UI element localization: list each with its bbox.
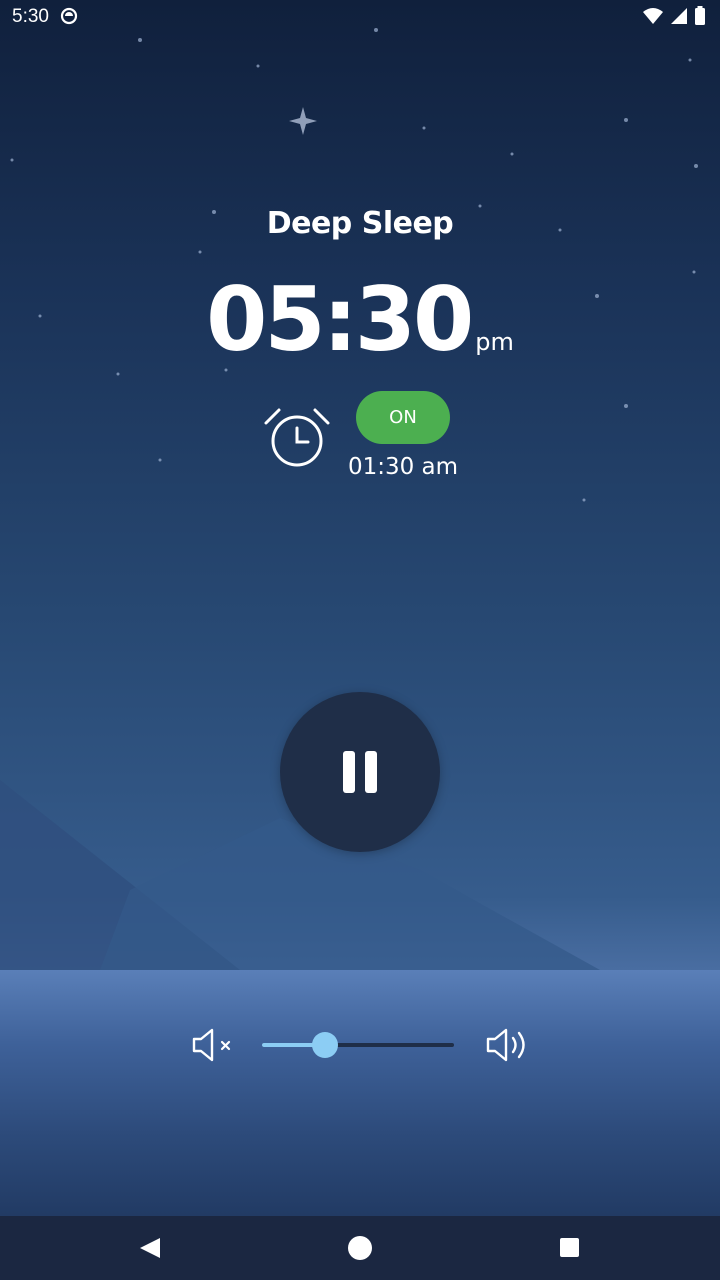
home-icon[interactable] [348,1236,372,1260]
battery-icon [695,6,705,25]
clock-time: 05:30 [206,268,474,371]
track-title: Deep Sleep [266,206,454,241]
volume-up-icon[interactable] [484,1026,532,1064]
status-time: 5:30 [12,6,49,27]
volume-slider[interactable] [262,1030,454,1060]
wifi-icon [643,7,663,24]
clock-ampm: pm [475,328,514,356]
clock-display: 05:30 pm [0,268,720,371]
sleep-player-screen: 5:30 Deep Sleep 05:30 pm ON 01:30 am [0,0,720,1280]
pause-icon-bar-right [365,751,377,793]
pause-icon [343,751,355,793]
status-bar: 5:30 [0,0,720,32]
volume-mute-icon[interactable] [190,1026,234,1064]
alarm-toggle-button[interactable]: ON [356,391,450,444]
notification-icon [60,7,78,25]
lake-reflection [0,970,720,1220]
recents-icon[interactable] [560,1238,579,1257]
alarm-clock-icon[interactable] [262,405,332,471]
alarm-time[interactable]: 01:30 am [340,454,466,480]
pause-button[interactable] [280,692,440,852]
back-icon[interactable] [138,1236,162,1260]
volume-slider-thumb[interactable] [312,1032,338,1058]
signal-icon [671,7,687,24]
